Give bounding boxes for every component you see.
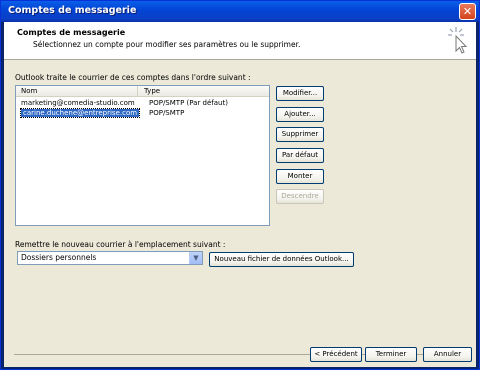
delivery-selected-value: Dossiers personnels bbox=[21, 253, 97, 262]
column-header-nom[interactable]: Nom bbox=[16, 86, 138, 97]
remove-button[interactable]: Supprimer bbox=[276, 127, 324, 142]
finish-button[interactable]: Terminer bbox=[365, 347, 417, 362]
dialog-window: Comptes de messagerie ✕ Comptes de messa… bbox=[0, 0, 480, 370]
wizard-header: Comptes de messagerie Sélectionnez un co… bbox=[4, 22, 476, 60]
account-name: carine.duchene@entreprise.com bbox=[16, 108, 141, 118]
column-header-type[interactable]: Type bbox=[139, 86, 269, 97]
set-default-button[interactable]: Par défaut bbox=[276, 148, 324, 163]
close-icon[interactable]: ✕ bbox=[459, 3, 476, 20]
move-down-button: Descendre bbox=[276, 189, 324, 204]
back-button[interactable]: < Précédent bbox=[310, 347, 362, 362]
account-type: POP/SMTP (Par défaut) bbox=[149, 99, 228, 107]
accounts-list[interactable]: Nom Type marketing@comedia-studio.com PO… bbox=[15, 85, 270, 226]
accounts-label: Outlook traite le courrier de ces compte… bbox=[15, 73, 251, 82]
account-type: POP/SMTP bbox=[149, 109, 185, 117]
header-title: Comptes de messagerie bbox=[17, 28, 126, 37]
list-header: Nom Type bbox=[16, 86, 269, 97]
delivery-location-select[interactable]: Dossiers personnels ▼ bbox=[17, 251, 203, 265]
list-item[interactable]: carine.duchene@entreprise.com POP/SMTP bbox=[16, 108, 269, 118]
new-data-file-button[interactable]: Nouveau fichier de données Outlook... bbox=[209, 252, 354, 267]
cancel-button[interactable]: Annuler bbox=[423, 347, 472, 362]
chevron-down-icon[interactable]: ▼ bbox=[189, 252, 202, 264]
title-bar[interactable]: Comptes de messagerie ✕ bbox=[1, 1, 479, 22]
selected-account-name: carine.duchene@entreprise.com bbox=[19, 108, 141, 118]
modify-button[interactable]: Modifier... bbox=[276, 86, 324, 101]
window-title: Comptes de messagerie bbox=[8, 5, 137, 16]
dialog-client: Comptes de messagerie Sélectionnez un co… bbox=[4, 22, 476, 367]
header-subtitle: Sélectionnez un compte pour modifier ses… bbox=[33, 40, 301, 49]
account-name: marketing@comedia-studio.com bbox=[21, 99, 135, 107]
list-item[interactable]: marketing@comedia-studio.com POP/SMTP (P… bbox=[16, 98, 269, 108]
move-up-button[interactable]: Monter bbox=[276, 169, 324, 184]
add-button[interactable]: Ajouter... bbox=[276, 107, 324, 122]
wizard-cursor-icon bbox=[448, 27, 468, 54]
delivery-label: Remettre le nouveau courrier à l'emplace… bbox=[15, 240, 226, 249]
